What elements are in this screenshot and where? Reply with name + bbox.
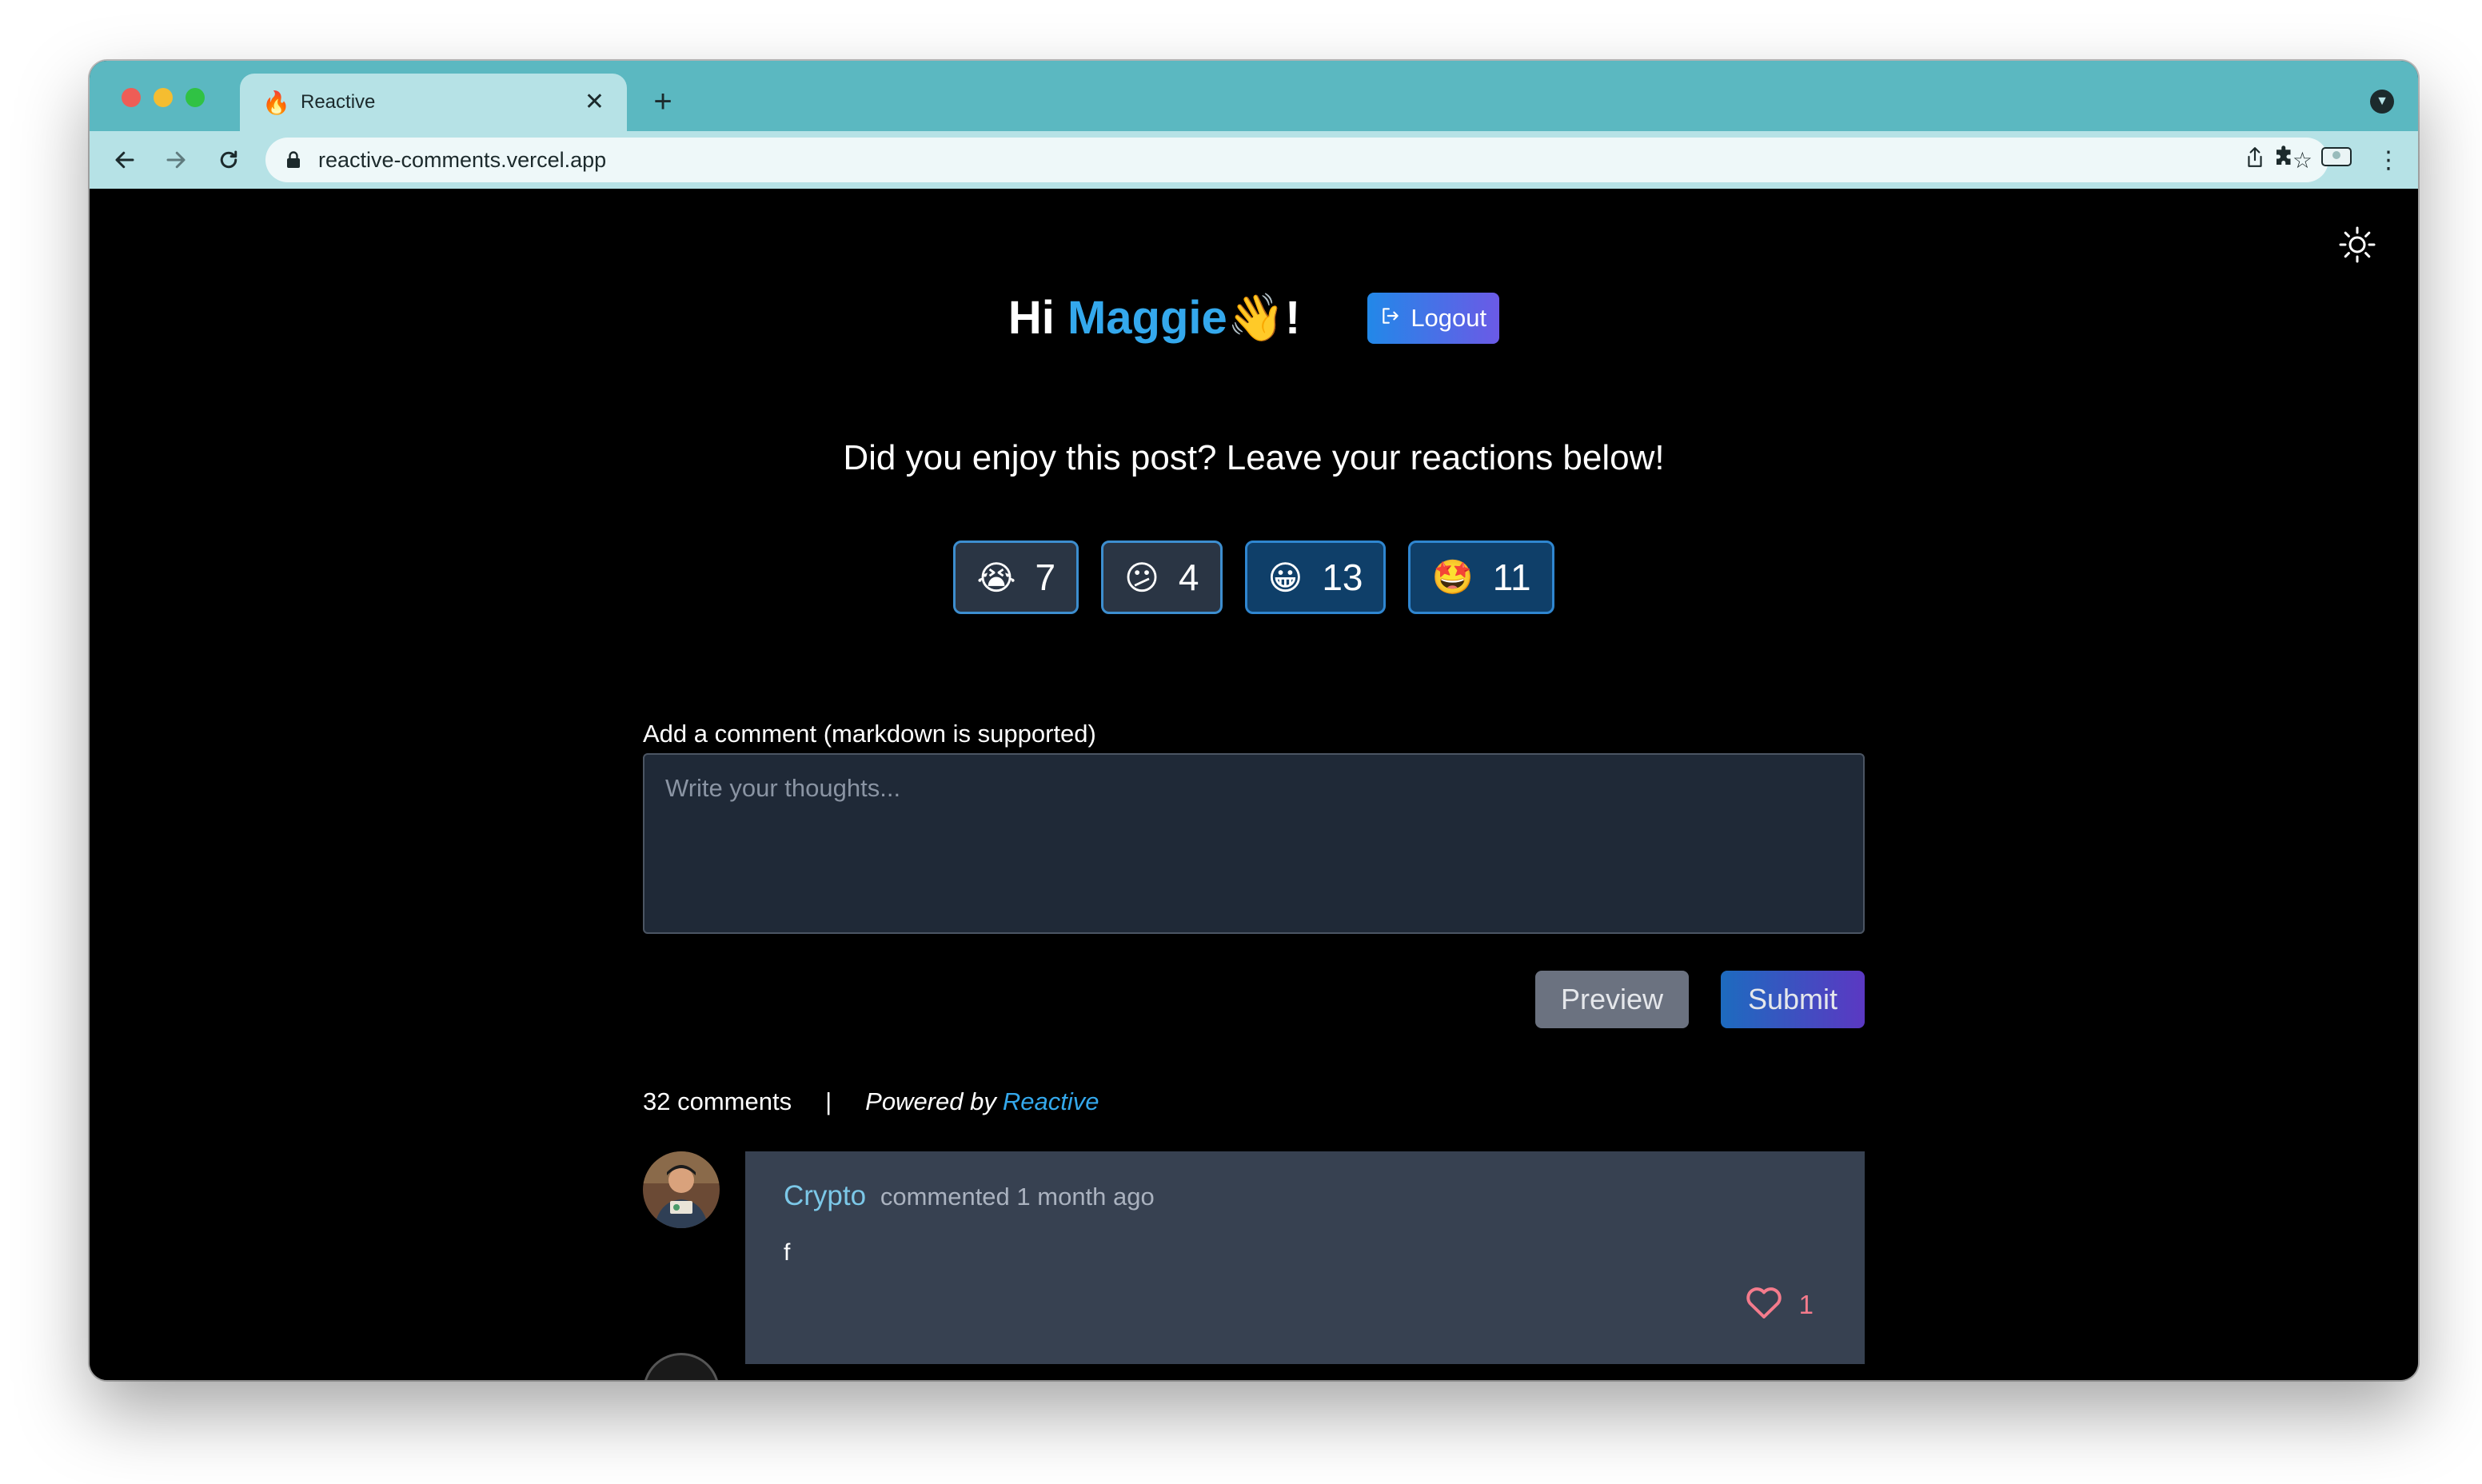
- comment-textarea[interactable]: Write your thoughts...: [643, 753, 1865, 934]
- heart-icon: [1745, 1284, 1783, 1326]
- comment-count: 32 comments: [643, 1087, 792, 1115]
- page-content: Hi Maggie👋! Logout Did you enjoy this po…: [90, 189, 2418, 1380]
- wave-emoji: 👋!: [1227, 292, 1301, 344]
- logout-icon: [1380, 304, 1401, 333]
- url-text: reactive-comments.vercel.app: [318, 147, 607, 172]
- reaction-count: 11: [1492, 556, 1531, 598]
- reaction-count: 7: [1035, 556, 1056, 598]
- avatar[interactable]: [643, 1353, 720, 1380]
- submit-button[interactable]: Submit: [1721, 971, 1865, 1028]
- greeting-row: Hi Maggie👋! Logout: [90, 291, 2418, 345]
- preview-button[interactable]: Preview: [1535, 971, 1689, 1028]
- tab-close-icon[interactable]: ✕: [585, 90, 605, 114]
- reaction-count: 4: [1178, 556, 1199, 598]
- comments-meta: 32 comments | Powered by Reactive: [643, 1087, 1099, 1116]
- comment-label: Add a comment (markdown is supported): [643, 720, 1096, 748]
- reaction-prompt: Did you enjoy this post? Leave your reac…: [843, 438, 1665, 477]
- reactive-link[interactable]: Reactive: [1003, 1087, 1099, 1116]
- reload-icon[interactable]: [208, 139, 249, 181]
- close-window-button[interactable]: [122, 88, 141, 107]
- comment-body: f: [784, 1239, 791, 1266]
- grinning-face-icon: 😀: [1267, 558, 1303, 596]
- greeting-prefix: Hi: [1008, 292, 1055, 344]
- sun-icon[interactable]: [2336, 224, 2378, 265]
- browser-toolbar: reactive-comments.vercel.app ☆ ⋮: [90, 131, 2418, 189]
- back-arrow-icon[interactable]: [104, 139, 146, 181]
- star-struck-face-icon: 🤩: [1431, 557, 1474, 596]
- reaction-star-struck-button[interactable]: 🤩 11: [1408, 541, 1554, 614]
- powered-by-text: Powered by: [865, 1087, 996, 1115]
- meta-separator: |: [825, 1087, 832, 1115]
- kebab-menu-icon[interactable]: ⋮: [2376, 146, 2400, 174]
- maximize-window-button[interactable]: [186, 88, 205, 107]
- reaction-crying-button[interactable]: 😭 7: [953, 541, 1079, 614]
- crying-face-icon: 😭: [976, 558, 1016, 596]
- lock-icon: [286, 151, 304, 169]
- avatar[interactable]: [643, 1151, 720, 1228]
- comment-header: Crypto commented 1 month ago: [784, 1180, 1155, 1212]
- address-bar[interactable]: reactive-comments.vercel.app ☆: [265, 138, 2328, 182]
- logout-button[interactable]: Logout: [1367, 293, 1500, 344]
- profile-avatar-icon[interactable]: [2320, 145, 2352, 175]
- share-icon[interactable]: [2245, 146, 2265, 174]
- tab-title: Reactive: [301, 91, 376, 113]
- reaction-grinning-button[interactable]: 😀 13: [1244, 541, 1387, 614]
- like-count: 1: [1798, 1290, 1814, 1319]
- forward-arrow-icon[interactable]: [155, 139, 197, 181]
- extensions-puzzle-icon[interactable]: [2273, 145, 2296, 175]
- fire-icon: 🔥: [262, 90, 290, 115]
- like-button[interactable]: 1: [1745, 1284, 1814, 1326]
- comment-card: Crypto commented 1 month ago f 1: [745, 1151, 1865, 1364]
- comment-placeholder: Write your thoughts...: [665, 774, 901, 802]
- tab-search-icon[interactable]: ▼: [2370, 90, 2394, 114]
- reaction-bar: 😭 7 😕 4 😀 13 🤩 11: [90, 541, 2418, 614]
- logout-label: Logout: [1411, 304, 1487, 332]
- comment-author[interactable]: Crypto: [784, 1180, 866, 1211]
- window-controls: [122, 88, 205, 107]
- reaction-count: 13: [1322, 556, 1363, 598]
- minimize-window-button[interactable]: [154, 88, 173, 107]
- reaction-confused-button[interactable]: 😕 4: [1101, 541, 1223, 614]
- browser-chrome: 🔥 Reactive ✕ + ▼ reactive-comments.verce…: [90, 61, 2418, 189]
- user-name: Maggie: [1067, 292, 1227, 344]
- confused-face-icon: 😕: [1124, 558, 1159, 596]
- browser-tab[interactable]: 🔥 Reactive ✕: [240, 74, 627, 131]
- new-tab-icon[interactable]: +: [643, 82, 683, 122]
- comment-timestamp: commented 1 month ago: [880, 1183, 1155, 1211]
- browser-window: 🔥 Reactive ✕ + ▼ reactive-comments.verce…: [90, 61, 2418, 1380]
- greeting-heading: Hi Maggie👋!: [1008, 291, 1300, 345]
